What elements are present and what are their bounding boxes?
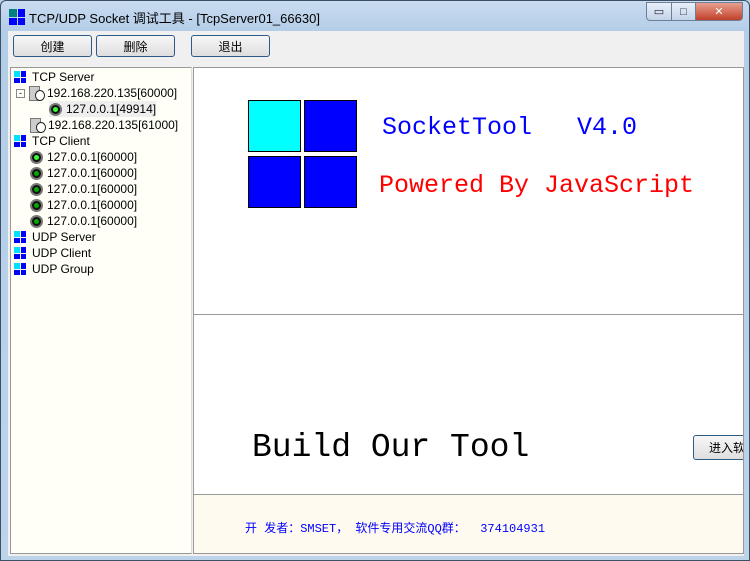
server-icon [28,86,45,101]
tree-label: 127.0.0.1[49914] [66,102,157,116]
tree-item-server[interactable]: 192.168.220.135[61000] [29,117,178,133]
group-icon [14,263,26,275]
tree-label: 127.0.0.1[60000] [47,182,138,196]
exit-button[interactable]: 退出 [191,35,270,57]
developer-info: 开 发者：SMSET， 软件专用交流QQ群： 374104931 [245,522,546,536]
close-button[interactable]: ✕ [695,2,743,21]
group-icon [14,231,26,243]
tree-label: 127.0.0.1[60000] [47,198,138,212]
enter-software-button[interactable]: 进入软件 [693,435,743,460]
divider [194,314,743,315]
tree-label: 127.0.0.1[60000] [47,166,138,180]
delete-button[interactable]: 删除 [96,35,175,57]
tree-label: 127.0.0.1[60000] [47,214,138,228]
footer: 开 发者：SMSET， 软件专用交流QQ群： 374104931 [194,495,743,553]
tree-item-client[interactable]: 127.0.0.1[60000] [30,165,137,181]
connection-icon [30,150,43,164]
tree-item-client[interactable]: 127.0.0.1[60000] [30,181,137,197]
tree-item-udp-group[interactable]: UDP Group [14,261,94,277]
tree-item-client[interactable]: 127.0.0.1[60000] [30,197,137,213]
tree-label: 127.0.0.1[60000] [47,150,138,164]
connection-icon [30,198,43,212]
tree-label: 192.168.220.135[60000] [47,86,178,100]
group-icon [14,135,26,147]
connection-icon [49,102,62,116]
close-icon: ✕ [714,6,724,18]
tree-item-tcp-server[interactable]: TCP Server [14,69,94,85]
minimize-button[interactable]: ▭ [646,2,672,21]
welcome-panel: SocketTool V4.0 Powered By JavaScript Bu… [193,67,744,554]
tree-label: UDP Client [32,246,92,260]
maximize-icon: □ [680,5,687,18]
tree-label: TCP Client [32,134,90,148]
connection-icon [30,214,43,228]
tree-item-tcp-client[interactable]: TCP Client [14,133,90,149]
app-name: SocketTool V4.0 [382,113,638,142]
collapse-icon[interactable]: - [16,88,25,98]
group-icon [14,247,26,259]
tree-label: UDP Group [32,262,94,276]
group-icon [14,71,26,83]
maximize-button[interactable]: □ [671,2,696,21]
minimize-icon: ▭ [653,6,665,18]
server-icon [29,118,46,133]
tree-item-udp-client[interactable]: UDP Client [14,245,91,261]
tree-item-server-client[interactable]: 127.0.0.1[49914] [49,101,157,117]
powered-by: Powered By JavaScript [379,171,695,200]
tree-item-server[interactable]: - 192.168.220.135[60000] [16,85,177,101]
tree-item-client[interactable]: 127.0.0.1[60000] [30,149,137,165]
tree-label: TCP Server [32,70,95,84]
tree-item-udp-server[interactable]: UDP Server [14,229,96,245]
app-window: TCP/UDP Socket 调试工具 - [TcpServer01_66630… [0,0,750,561]
connection-tree[interactable]: TCP Server - 192.168.220.135[60000] 127.0… [10,67,192,554]
tree-item-client[interactable]: 127.0.0.1[60000] [30,213,137,229]
slogan: Build Our Tool [252,429,530,466]
connection-icon [30,166,43,180]
window-title: TCP/UDP Socket 调试工具 - [TcpServer01_66630… [29,11,320,26]
connection-icon [30,182,43,196]
client-area: 创建 删除 退出 TCP Server - 192.168.220.135[600… [8,31,744,556]
tree-label: 192.168.220.135[61000] [48,118,179,132]
tree-label: UDP Server [32,230,96,244]
app-icon [9,9,25,25]
create-button[interactable]: 创建 [13,35,92,57]
